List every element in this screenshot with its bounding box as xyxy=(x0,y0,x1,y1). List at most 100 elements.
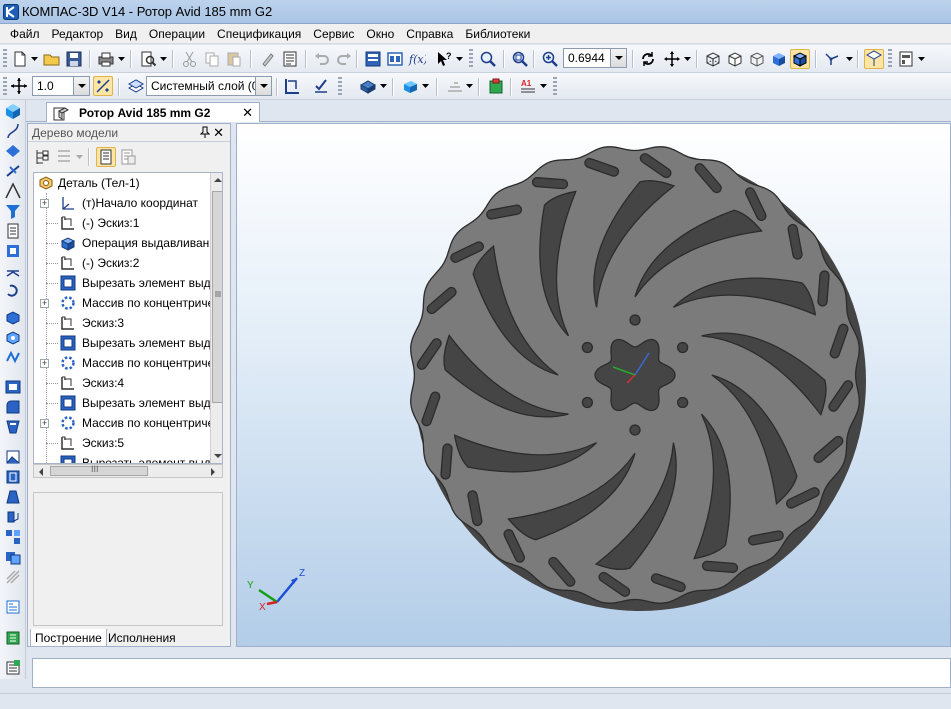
section-icon[interactable] xyxy=(896,49,916,69)
chevron-down-icon[interactable] xyxy=(540,83,547,89)
scroll-up-icon[interactable] xyxy=(214,177,222,183)
chevron-down-icon[interactable] xyxy=(76,154,83,160)
tree-vertical-scrollbar[interactable] xyxy=(210,173,222,463)
paste-icon[interactable] xyxy=(224,49,244,69)
layers-small-icon[interactable] xyxy=(4,262,22,280)
menu-operations[interactable]: Операции xyxy=(143,27,211,41)
tree-item[interactable]: + Массив по концентрической сетке xyxy=(34,413,222,433)
open-folder-icon[interactable] xyxy=(42,49,62,69)
toolbar-grip[interactable] xyxy=(888,49,892,69)
perspective-icon[interactable] xyxy=(864,49,884,69)
new-document-icon[interactable] xyxy=(10,49,30,69)
document-icon[interactable] xyxy=(4,222,22,240)
chevron-down-icon[interactable] xyxy=(466,83,473,89)
tree-item[interactable]: Эскиз:3 xyxy=(34,313,222,333)
expand-icon[interactable]: + xyxy=(40,359,49,368)
snap-icon[interactable] xyxy=(93,76,113,96)
chevron-down-icon[interactable] xyxy=(846,56,853,62)
tree-view-icon[interactable] xyxy=(96,147,116,167)
tree-small-icon[interactable] xyxy=(4,242,22,260)
tree-item[interactable]: Вырезать элемент выдавливания xyxy=(34,393,222,413)
pan-icon[interactable] xyxy=(662,49,682,69)
axis-icon[interactable] xyxy=(4,162,22,180)
expand-icon[interactable]: + xyxy=(40,199,49,208)
edit-sketch-icon[interactable] xyxy=(4,182,22,200)
library-icon[interactable] xyxy=(4,628,22,646)
toolbar-grip[interactable] xyxy=(553,77,557,97)
rotation-op-icon[interactable] xyxy=(4,328,22,346)
extrude-op-icon[interactable] xyxy=(4,308,22,326)
tree-item[interactable]: Вырезать элемент выдавливания xyxy=(34,273,222,293)
expand-icon[interactable]: + xyxy=(40,299,49,308)
brake-rotor-model[interactable] xyxy=(237,124,951,647)
thread-icon[interactable] xyxy=(4,568,22,586)
undo-icon[interactable] xyxy=(312,49,332,69)
tree-item[interactable]: + Массив по концентрической сетке xyxy=(34,353,222,373)
toolbar-grip[interactable] xyxy=(3,77,7,97)
print-icon[interactable] xyxy=(96,49,116,69)
tab-build[interactable]: Построение xyxy=(30,629,107,647)
rotate-icon[interactable] xyxy=(638,49,658,69)
array-icon[interactable] xyxy=(4,528,22,546)
tree-item[interactable]: Вырезать элемент выдавливания xyxy=(34,333,222,353)
chevron-down-icon[interactable] xyxy=(918,56,925,62)
copy-op-icon[interactable] xyxy=(4,548,22,566)
chevron-down-icon[interactable] xyxy=(160,56,167,62)
menu-libraries[interactable]: Библиотеки xyxy=(459,27,536,41)
tree-manager-icon[interactable] xyxy=(363,49,383,69)
close-panel-icon[interactable]: ✕ xyxy=(213,125,224,141)
sketch-mode-icon[interactable] xyxy=(282,76,302,96)
chevron-down-icon[interactable] xyxy=(255,77,271,95)
zoom-scale-icon[interactable] xyxy=(510,49,530,69)
cursor-step-icon[interactable] xyxy=(9,76,29,96)
tree-item[interactable]: Эскиз:4 xyxy=(34,373,222,393)
expand-icon[interactable]: + xyxy=(40,419,49,428)
menu-view[interactable]: Вид xyxy=(109,27,143,41)
chevron-down-icon[interactable] xyxy=(31,56,38,62)
model-viewport[interactable]: Z Y X xyxy=(236,123,951,647)
close-tab-icon[interactable]: ✕ xyxy=(242,105,253,121)
kompas-app-icon[interactable] xyxy=(3,4,19,20)
scroll-left-icon[interactable] xyxy=(38,468,44,476)
measure-small-icon[interactable] xyxy=(4,598,22,616)
wireframe-icon[interactable] xyxy=(703,49,723,69)
menu-file[interactable]: Файл xyxy=(4,27,46,41)
tree-item[interactable]: (-) Эскиз:1 xyxy=(34,213,222,233)
toolbar-grip[interactable] xyxy=(469,49,473,69)
tree-item[interactable]: Вырезать элемент выдавливания xyxy=(34,453,222,463)
tab-variants[interactable]: Исполнения xyxy=(104,629,180,647)
tree-horizontal-scrollbar[interactable]: III xyxy=(33,464,223,478)
scroll-down-icon[interactable] xyxy=(214,453,222,459)
tree-item[interactable]: + (т)Начало координат xyxy=(34,193,222,213)
preview-icon[interactable] xyxy=(138,49,158,69)
step-combo[interactable]: 1.0 xyxy=(32,76,90,96)
scroll-thumb[interactable] xyxy=(212,191,222,403)
function-icon[interactable]: f(x) xyxy=(407,49,427,69)
chevron-down-icon[interactable] xyxy=(610,49,626,67)
spline-icon[interactable] xyxy=(4,122,22,140)
chevron-down-icon[interactable] xyxy=(684,56,691,62)
scroll-right-icon[interactable] xyxy=(210,468,216,476)
color-icon[interactable] xyxy=(400,76,420,96)
tree-item[interactable]: Операция выдавливания xyxy=(34,233,222,253)
layer-icon[interactable] xyxy=(126,76,146,96)
properties-icon[interactable] xyxy=(280,49,300,69)
draft-icon[interactable] xyxy=(4,488,22,506)
layer-combo[interactable]: Системный слой (0) xyxy=(146,76,272,96)
menu-editor[interactable]: Редактор xyxy=(46,27,110,41)
tree-item[interactable]: + Массив по концентрической сетке xyxy=(34,293,222,313)
chevron-down-icon[interactable] xyxy=(456,56,463,62)
check-edit-icon[interactable] xyxy=(311,76,331,96)
filter-icon[interactable] xyxy=(4,202,22,220)
zoom-in-icon[interactable] xyxy=(540,49,560,69)
menu-service[interactable]: Сервис xyxy=(307,27,360,41)
menu-specification[interactable]: Спецификация xyxy=(211,27,307,41)
copy-icon[interactable] xyxy=(202,49,222,69)
rib-icon[interactable] xyxy=(4,468,22,486)
help-pointer-icon[interactable]: ? xyxy=(434,49,454,69)
hole-icon[interactable] xyxy=(4,418,22,436)
shaded-cube-icon[interactable] xyxy=(4,102,22,120)
chevron-down-icon[interactable] xyxy=(422,83,429,89)
tree-item[interactable]: (-) Эскиз:2 xyxy=(34,253,222,273)
pin-icon[interactable] xyxy=(199,126,211,141)
